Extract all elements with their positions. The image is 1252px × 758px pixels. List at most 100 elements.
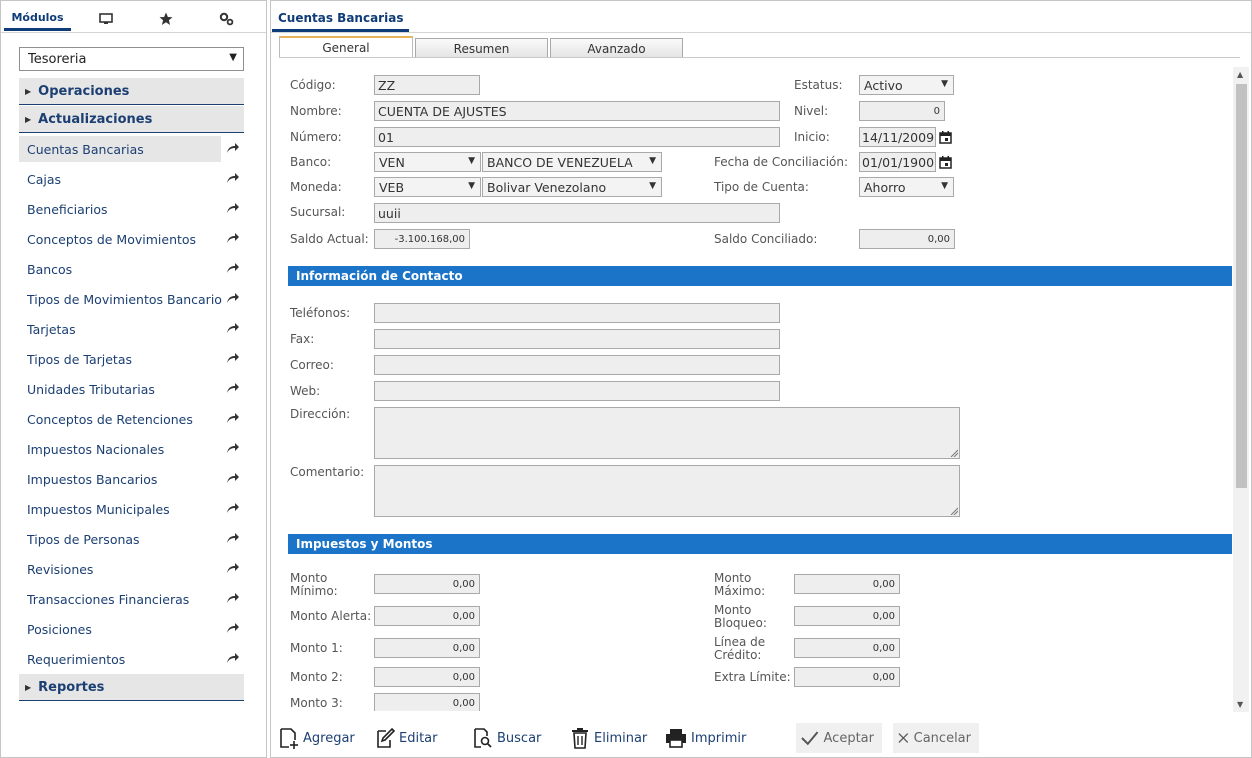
banco-code-select[interactable]: VEN ▼ — [374, 152, 481, 172]
monto-minimo-field[interactable]: 0,00 — [374, 574, 480, 594]
accordion-actualizaciones[interactable]: ▶ Actualizaciones — [19, 106, 244, 133]
share-arrow-icon[interactable] — [226, 382, 240, 394]
divider — [1, 32, 266, 33]
numero-field[interactable]: 01 — [374, 127, 780, 147]
monto-1-field[interactable]: 0,00 — [374, 638, 480, 658]
share-arrow-icon[interactable] — [226, 172, 240, 184]
agregar-button[interactable]: Agregar — [279, 723, 355, 753]
gears-icon[interactable] — [213, 7, 239, 31]
scroll-down-icon[interactable]: ▼ — [1237, 700, 1243, 709]
star-icon[interactable] — [153, 7, 179, 31]
saldo-conciliado-label: Saldo Conciliado: — [714, 232, 818, 246]
share-arrow-icon[interactable] — [226, 592, 240, 604]
resize-grip-icon[interactable] — [950, 507, 958, 515]
imprimir-button[interactable]: Imprimir — [665, 723, 746, 753]
share-arrow-icon[interactable] — [226, 322, 240, 334]
monto-3-field[interactable]: 0,00 — [374, 693, 480, 711]
comentario-textarea[interactable] — [374, 465, 960, 517]
moneda-name-select[interactable]: Bolivar Venezolano ▼ — [482, 177, 662, 197]
vertical-scrollbar[interactable]: ▲ ▼ — [1233, 67, 1249, 712]
share-arrow-icon[interactable] — [226, 142, 240, 154]
menu-item-label: Cajas — [27, 171, 62, 187]
share-arrow-icon[interactable] — [226, 622, 240, 634]
menu-item[interactable]: Impuestos Nacionales — [19, 436, 244, 462]
share-arrow-icon[interactable] — [226, 412, 240, 424]
moneda-code-select[interactable]: VEB ▼ — [374, 177, 481, 197]
monto-bloqueo-field[interactable]: 0,00 — [794, 606, 900, 626]
web-field[interactable] — [374, 381, 780, 401]
menu-item[interactable]: Cajas — [19, 166, 244, 192]
triangle-right-icon: ▶ — [25, 682, 32, 692]
menu-item[interactable]: Bancos — [19, 256, 244, 282]
menu-item[interactable]: Tarjetas — [19, 316, 244, 342]
monitor-icon[interactable] — [93, 7, 119, 31]
menu-item[interactable]: Impuestos Bancarios — [19, 466, 244, 492]
share-arrow-icon[interactable] — [226, 472, 240, 484]
nivel-field[interactable]: 0 — [859, 101, 945, 121]
module-select[interactable]: Tesoreria ▼ — [19, 47, 244, 71]
accordion-operaciones[interactable]: ▶ Operaciones — [19, 78, 244, 105]
calendar-icon[interactable] — [939, 156, 952, 169]
eliminar-button[interactable]: Eliminar — [570, 723, 647, 753]
tipo-cuenta-select[interactable]: Ahorro ▼ — [859, 177, 954, 197]
share-arrow-icon[interactable] — [226, 442, 240, 454]
share-arrow-icon[interactable] — [226, 292, 240, 304]
accordion-label: Operaciones — [38, 83, 130, 99]
codigo-field[interactable]: ZZ — [374, 75, 480, 95]
panel-title-tab[interactable]: Cuentas Bancarias — [272, 7, 410, 32]
nombre-field[interactable]: CUENTA DE AJUSTES — [374, 101, 780, 121]
estatus-select[interactable]: Activo ▼ — [859, 75, 954, 95]
share-arrow-icon[interactable] — [226, 202, 240, 214]
extra-limite-field[interactable]: 0,00 — [794, 667, 900, 687]
menu-item[interactable]: Conceptos de Movimientos — [19, 226, 244, 252]
share-arrow-icon[interactable] — [226, 232, 240, 244]
monto-maximo-field[interactable]: 0,00 — [794, 574, 900, 594]
monto-2-field[interactable]: 0,00 — [374, 667, 480, 687]
menu-item[interactable]: Unidades Tributarias — [19, 376, 244, 402]
tab-avanzado[interactable]: Avanzado — [550, 38, 683, 58]
menu-item[interactable]: Requerimientos — [19, 646, 244, 672]
menu-item[interactable]: Beneficiarios — [19, 196, 244, 222]
scrollbar-thumb[interactable] — [1236, 84, 1247, 488]
tab-general[interactable]: General — [279, 36, 413, 58]
share-arrow-icon[interactable] — [226, 352, 240, 364]
menu-item[interactable]: Tipos de Personas — [19, 526, 244, 552]
menu-item[interactable]: Posiciones — [19, 616, 244, 642]
monto-alerta-field[interactable]: 0,00 — [374, 606, 480, 626]
correo-field[interactable] — [374, 355, 780, 375]
menu-item[interactable]: Cuentas Bancarias — [19, 136, 244, 162]
fax-field[interactable] — [374, 329, 780, 349]
aceptar-button[interactable]: Aceptar — [796, 723, 882, 753]
accordion-label: Reportes — [38, 679, 105, 695]
linea-credito-field[interactable]: 0,00 — [794, 638, 900, 658]
share-arrow-icon[interactable] — [226, 502, 240, 514]
menu-item[interactable]: Tipos de Tarjetas — [19, 346, 244, 372]
buscar-button[interactable]: Buscar — [473, 723, 541, 753]
share-arrow-icon[interactable] — [226, 262, 240, 274]
cancelar-button[interactable]: Cancelar — [893, 723, 979, 753]
fecha-conciliacion-date-field[interactable]: 01/01/1900 — [859, 152, 936, 172]
share-arrow-icon[interactable] — [226, 562, 240, 574]
sucursal-field[interactable]: uuii — [374, 203, 780, 223]
banco-name-select[interactable]: BANCO DE VENEZUELA ▼ — [482, 152, 662, 172]
menu-item[interactable]: Tipos de Movimientos Bancarios — [19, 286, 244, 312]
menu-item[interactable]: Impuestos Municipales — [19, 496, 244, 522]
editar-button[interactable]: Editar — [375, 723, 438, 753]
tab-resumen[interactable]: Resumen — [415, 38, 548, 58]
inicio-date-field[interactable]: 14/11/2009 — [859, 127, 936, 147]
menu-item[interactable]: Revisiones — [19, 556, 244, 582]
tab-modules[interactable]: Módulos — [4, 7, 71, 31]
direccion-textarea[interactable] — [374, 407, 960, 459]
share-arrow-icon[interactable] — [226, 532, 240, 544]
share-arrow-icon[interactable] — [226, 652, 240, 664]
accordion-reportes[interactable]: ▶ Reportes — [19, 674, 244, 701]
caret-down-icon: ▼ — [229, 52, 237, 63]
menu-item[interactable]: Transacciones Financieras — [19, 586, 244, 612]
numero-label: Número: — [290, 130, 342, 144]
telefonos-field[interactable] — [374, 303, 780, 323]
resize-grip-icon[interactable] — [950, 449, 958, 457]
scroll-up-icon[interactable]: ▲ — [1237, 70, 1243, 79]
menu-item[interactable]: Conceptos de Retenciones — [19, 406, 244, 432]
accordion-label: Actualizaciones — [38, 111, 153, 127]
calendar-icon[interactable] — [939, 131, 952, 144]
